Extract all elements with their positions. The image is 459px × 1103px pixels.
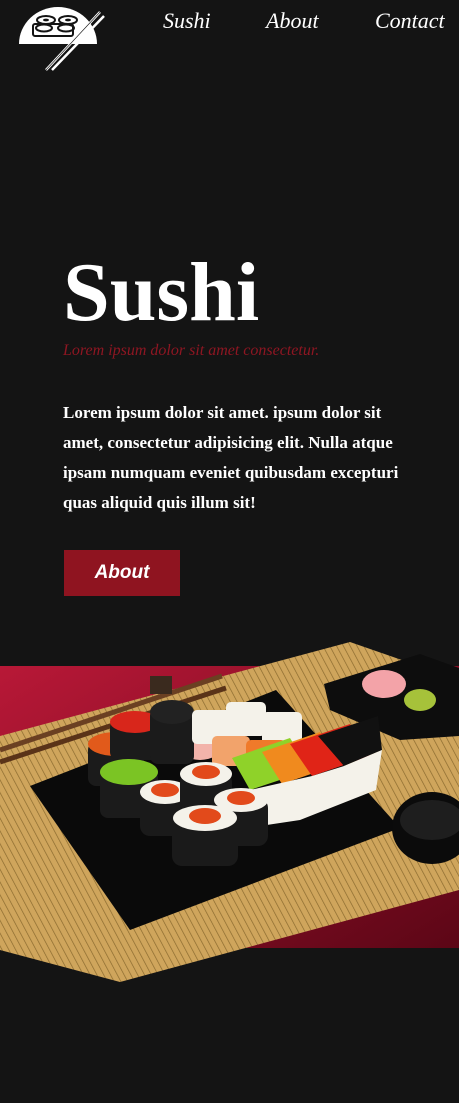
sushi-platter-image: [0, 640, 459, 982]
nav-link-sushi[interactable]: Sushi: [163, 8, 211, 34]
nav-link-about[interactable]: About: [266, 8, 319, 34]
main-nav: Sushi About Contact: [0, 6, 459, 36]
hero-subtitle: Lorem ipsum dolor sit amet consectetur.: [63, 342, 320, 359]
about-button[interactable]: About: [64, 550, 180, 596]
nav-link-contact[interactable]: Contact: [375, 8, 445, 34]
hero-title: Sushi: [63, 246, 260, 339]
hero-description: Lorem ipsum dolor sit amet. ipsum dolor …: [63, 403, 399, 512]
